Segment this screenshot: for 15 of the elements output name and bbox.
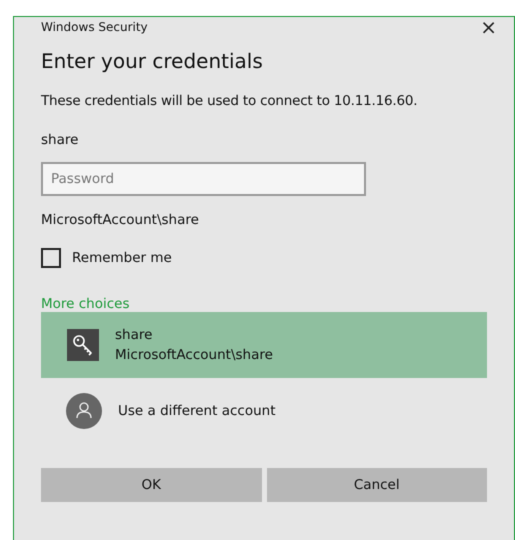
domain-username-label: MicrosoftAccount\share [41,212,200,228]
account-option[interactable]: Use a different account [41,378,487,444]
username-label: share [41,132,80,148]
window-title: Windows Security [41,20,148,34]
account-option[interactable]: share MicrosoftAccount\share [41,312,487,378]
remember-checkbox[interactable] [41,248,61,268]
person-avatar-icon [66,393,102,429]
message-text: These credentials will be used to connect to 10.11.16.60. [41,93,418,109]
ok-button[interactable]: OK [41,468,262,502]
key-icon [67,329,99,361]
dialog-heading: Enter your credentials [41,49,264,73]
close-button[interactable]: × [480,17,497,37]
cancel-button[interactable]: Cancel [266,468,487,502]
remember-label: Remember me [72,250,172,266]
password-field[interactable]: Password [41,162,366,196]
